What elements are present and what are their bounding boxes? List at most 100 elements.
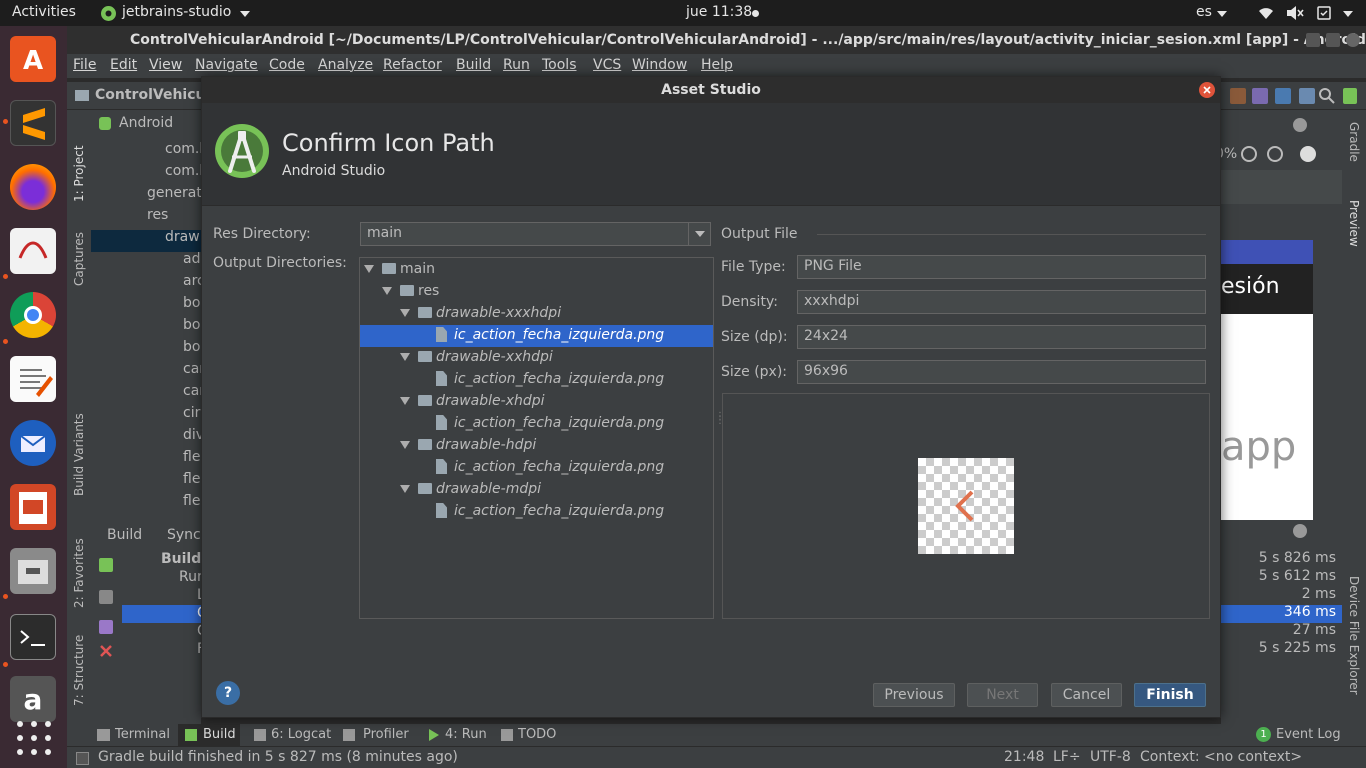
tab-todo[interactable]: TODO — [518, 727, 556, 742]
menu-navigate[interactable]: Navigate — [195, 57, 258, 73]
system-menu-chevron-icon[interactable] — [1343, 11, 1353, 17]
activities-button[interactable]: Activities — [12, 4, 76, 20]
gear-icon[interactable] — [1293, 524, 1307, 538]
volume-muted-icon[interactable] — [1286, 5, 1304, 21]
menu-refactor[interactable]: Refactor — [383, 57, 442, 73]
tree-file-item[interactable]: ic_action_fecha_izquierda.png — [360, 369, 713, 391]
impress-icon[interactable] — [10, 484, 56, 530]
expand-arrow-icon[interactable] — [382, 287, 392, 295]
show-applications-icon[interactable] — [14, 718, 54, 758]
tab-build-variants[interactable]: Build Variants — [72, 396, 86, 496]
sublime-text-icon[interactable] — [10, 100, 56, 146]
tree-item[interactable]: fle — [183, 449, 200, 465]
menu-code[interactable]: Code — [269, 57, 305, 73]
tab-logcat[interactable]: 6: Logcat — [271, 727, 331, 742]
tab-run[interactable]: 4: Run — [445, 727, 487, 742]
context-indicator[interactable]: Context: <no context> — [1140, 749, 1302, 765]
tree-file-item[interactable]: ic_action_fecha_izquierda.png — [360, 501, 713, 523]
menu-window[interactable]: Window — [632, 57, 687, 73]
hammer-icon[interactable] — [99, 558, 113, 572]
zoom-reset-icon[interactable] — [1267, 146, 1283, 162]
project-structure-icon[interactable] — [1299, 88, 1315, 104]
wifi-icon[interactable] — [1258, 5, 1274, 21]
close-icon[interactable] — [99, 644, 113, 658]
text-editor-icon[interactable] — [10, 356, 56, 402]
terminal-app-icon[interactable] — [10, 614, 56, 660]
maximize-icon[interactable] — [1326, 33, 1340, 47]
menu-vcs[interactable]: VCS — [593, 57, 621, 73]
tab-sync[interactable]: Sync — [167, 527, 201, 543]
pin-icon[interactable] — [99, 620, 113, 634]
amazon-icon[interactable]: a — [10, 676, 56, 722]
tree-folder-item[interactable]: res — [360, 281, 713, 303]
toggle-view-icon[interactable] — [99, 590, 113, 604]
tab-captures[interactable]: Captures — [72, 216, 86, 286]
project-view-selector[interactable]: Android — [119, 115, 173, 131]
expand-arrow-icon[interactable] — [400, 485, 410, 493]
thunderbird-icon[interactable] — [10, 420, 56, 466]
minimize-icon[interactable] — [1306, 33, 1320, 47]
warning-icon[interactable] — [1300, 146, 1316, 162]
tree-folder-item[interactable]: drawable-xhdpi — [360, 391, 713, 413]
menu-run[interactable]: Run — [503, 57, 530, 73]
expand-arrow-icon[interactable] — [400, 441, 410, 449]
expand-arrow-icon[interactable] — [400, 309, 410, 317]
avd-manager-icon[interactable] — [1252, 88, 1268, 104]
tree-item[interactable]: bo — [183, 317, 200, 333]
tree-item[interactable]: generat — [147, 185, 202, 201]
tab-build-tool[interactable]: Build — [203, 727, 236, 742]
app-menu[interactable]: jetbrains-studio — [122, 4, 231, 20]
next-button[interactable]: Next — [967, 683, 1038, 707]
caret-position[interactable]: 21:48 — [1004, 749, 1044, 765]
tree-item[interactable]: bo — [183, 339, 200, 355]
tree-item[interactable]: cir — [183, 405, 200, 421]
tab-event-log[interactable]: Event Log — [1276, 727, 1341, 742]
tab-profiler[interactable]: Profiler — [363, 727, 409, 742]
battery-icon[interactable] — [1316, 5, 1332, 21]
expand-arrow-icon[interactable] — [400, 397, 410, 405]
tree-file-item[interactable]: ic_action_fecha_izquierda.png — [360, 325, 713, 347]
tab-gradle[interactable]: Gradle — [1347, 122, 1361, 182]
expand-arrow-icon[interactable] — [400, 353, 410, 361]
status-message[interactable]: Gradle build finished in 5 s 827 ms (8 m… — [98, 749, 458, 765]
menu-build[interactable]: Build — [456, 57, 491, 73]
tree-folder-item[interactable]: drawable-xxxhdpi — [360, 303, 713, 325]
language-indicator[interactable]: es — [1196, 4, 1212, 20]
gear-icon[interactable] — [1293, 118, 1307, 132]
software-center-icon[interactable]: A — [10, 36, 56, 82]
menu-file[interactable]: File — [73, 57, 96, 73]
tree-folder-item[interactable]: drawable-xxhdpi — [360, 347, 713, 369]
search-icon[interactable] — [1318, 87, 1336, 105]
sdk-manager-icon[interactable] — [1230, 88, 1246, 104]
files-icon[interactable] — [10, 548, 56, 594]
menu-analyze[interactable]: Analyze — [318, 57, 373, 73]
chrome-icon[interactable] — [10, 292, 56, 338]
android-icon[interactable] — [1343, 88, 1357, 104]
menu-edit[interactable]: Edit — [110, 57, 137, 73]
tab-project[interactable]: 1: Project — [72, 122, 86, 202]
cancel-button[interactable]: Cancel — [1051, 683, 1122, 707]
tab-terminal[interactable]: Terminal — [115, 727, 170, 742]
tab-preview[interactable]: Preview — [1347, 200, 1361, 270]
breadcrumb[interactable]: ControlVehicul — [95, 87, 210, 103]
tree-folder-item[interactable]: drawable-mdpi — [360, 479, 713, 501]
tab-favorites[interactable]: 2: Favorites — [72, 518, 86, 608]
firefox-icon[interactable] — [10, 164, 56, 210]
close-window-icon[interactable] — [1346, 33, 1360, 47]
tree-file-item[interactable]: ic_action_fecha_izquierda.png — [360, 457, 713, 479]
clock[interactable]: jue 11:38 — [686, 4, 752, 20]
tree-item[interactable]: fle — [183, 471, 200, 487]
tree-item[interactable]: draw — [165, 229, 200, 245]
tree-item[interactable]: res — [147, 207, 168, 223]
line-separator[interactable]: LF÷ — [1053, 749, 1081, 765]
menu-help[interactable]: Help — [701, 57, 733, 73]
expand-arrow-icon[interactable] — [364, 265, 374, 273]
tree-item[interactable]: fle — [183, 493, 200, 509]
dialog-title-bar[interactable]: Asset Studio — [202, 77, 1220, 103]
res-directory-select[interactable]: main — [360, 222, 711, 246]
tool-windows-icon[interactable] — [76, 752, 89, 765]
tree-file-item[interactable]: ic_action_fecha_izquierda.png — [360, 413, 713, 435]
menu-tools[interactable]: Tools — [542, 57, 577, 73]
help-button[interactable]: ? — [216, 681, 240, 705]
tree-item[interactable]: bo — [183, 295, 200, 311]
